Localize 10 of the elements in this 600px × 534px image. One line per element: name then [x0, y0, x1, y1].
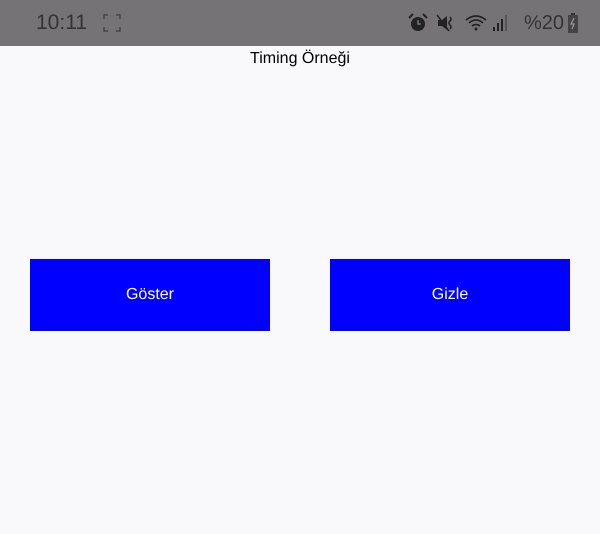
wifi-icon [464, 13, 488, 33]
clock-time: 10:11 [36, 10, 87, 36]
battery-icon [568, 13, 578, 33]
screenshot-icon [103, 14, 121, 32]
page-title: Timing Örneği [250, 51, 350, 67]
alarm-icon [408, 13, 428, 33]
action-button[interactable]: Göster [30, 259, 270, 331]
action-button[interactable]: Gizle [330, 259, 570, 331]
signal-icon [492, 14, 508, 32]
battery-percent: %20 [524, 11, 564, 36]
